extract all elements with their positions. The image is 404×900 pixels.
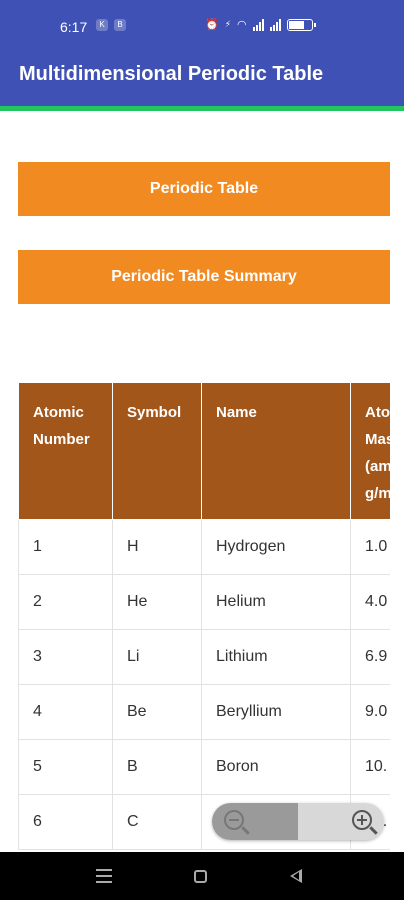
header-atomic-number: Atomic Number [18, 382, 113, 520]
header-atomic-mass: Atomic Mass (amu, g/mol) [350, 382, 390, 520]
cell-atomic-number: 1 [18, 519, 113, 575]
cell-symbol: Be [112, 684, 202, 740]
cell-symbol: Li [112, 629, 202, 685]
volte-icon: ⚡ [224, 19, 232, 29]
cell-atomic-number: 5 [18, 739, 113, 795]
cell-name: Hydrogen [201, 519, 351, 575]
home-icon[interactable] [194, 870, 207, 883]
status-left-icons: K B [96, 19, 126, 31]
table-header-row: Atomic Number Symbol Name Atomic Mass (a… [18, 382, 390, 520]
cell-name: Helium [201, 574, 351, 630]
status-bar: 6:17 K B ⏰ ⚡ ◠ [0, 0, 404, 46]
back-icon[interactable] [290, 869, 302, 883]
menu-icon[interactable] [96, 869, 112, 883]
cell-atomic-mass: 1.0 [350, 519, 390, 575]
cell-atomic-number: 3 [18, 629, 113, 685]
elements-table: Atomic Number Symbol Name Atomic Mass (a… [18, 382, 390, 850]
zoom-out-button[interactable] [212, 803, 298, 840]
app-title: Multidimensional Periodic Table [19, 63, 324, 85]
status-time: 6:17 [60, 19, 88, 35]
table-row[interactable]: 5 B Boron 10. [18, 739, 390, 795]
navigation-bar [0, 852, 404, 900]
elements-table-container[interactable]: Atomic Number Symbol Name Atomic Mass (a… [18, 382, 390, 852]
header-name: Name [201, 382, 351, 520]
cell-atomic-mass: 10. [350, 739, 390, 795]
signal-icon [269, 18, 281, 31]
table-row[interactable]: 1 H Hydrogen 1.0 [18, 519, 390, 575]
periodic-table-summary-button[interactable]: Periodic Table Summary [18, 250, 390, 304]
wifi-icon: ◠ [237, 19, 247, 31]
periodic-table-button[interactable]: Periodic Table [18, 162, 390, 216]
zoom-in-icon [352, 810, 372, 830]
zoom-in-button[interactable] [298, 803, 384, 840]
app-bar-accent [0, 106, 404, 111]
alarm-icon: ⏰ [205, 19, 219, 31]
cell-name: Boron [201, 739, 351, 795]
header-symbol: Symbol [112, 382, 202, 520]
battery-icon [286, 18, 316, 31]
cell-atomic-mass: 4.0 [350, 574, 390, 630]
signal-icon [252, 18, 264, 31]
app-bar: Multidimensional Periodic Table [0, 46, 404, 106]
zoom-out-icon [224, 810, 244, 830]
cell-atomic-number: 2 [18, 574, 113, 630]
cell-atomic-mass: 9.0 [350, 684, 390, 740]
cell-name: Beryllium [201, 684, 351, 740]
cell-atomic-mass: 6.9 [350, 629, 390, 685]
zoom-control [212, 803, 384, 840]
bluetooth-icon: B [114, 19, 126, 31]
table-row[interactable]: 4 Be Beryllium 9.0 [18, 684, 390, 740]
status-right-icons: ⏰ ⚡ ◠ [205, 18, 316, 31]
cell-symbol: B [112, 739, 202, 795]
cell-atomic-number: 6 [18, 794, 113, 850]
cell-name: Lithium [201, 629, 351, 685]
cell-symbol: C [112, 794, 202, 850]
table-row[interactable]: 3 Li Lithium 6.9 [18, 629, 390, 685]
table-row[interactable]: 2 He Helium 4.0 [18, 574, 390, 630]
screen: 6:17 K B ⏰ ⚡ ◠ Multidimensional Periodic… [0, 0, 404, 900]
keyboard-icon: K [96, 19, 108, 31]
cell-symbol: He [112, 574, 202, 630]
cell-atomic-number: 4 [18, 684, 113, 740]
cell-symbol: H [112, 519, 202, 575]
